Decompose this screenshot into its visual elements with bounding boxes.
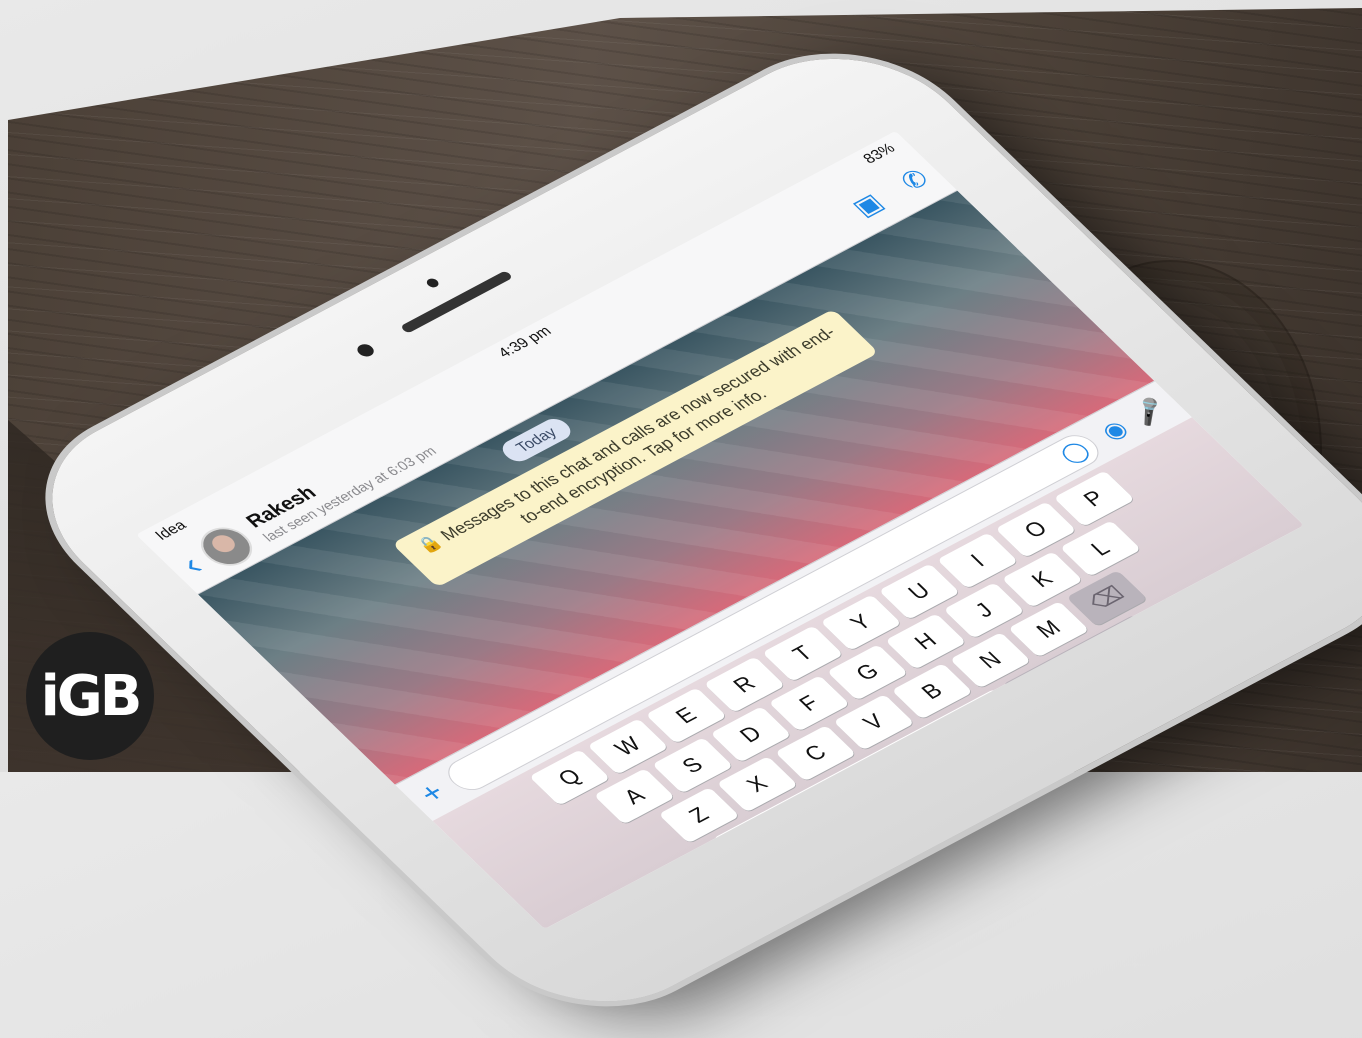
phone-call-icon[interactable]: ✆ bbox=[894, 164, 937, 197]
video-call-icon[interactable]: ▣ bbox=[845, 188, 890, 222]
proximity-sensor bbox=[424, 276, 441, 289]
earpiece-speaker bbox=[399, 270, 514, 334]
sticker-icon[interactable]: ◯ bbox=[1054, 437, 1095, 468]
camera-icon[interactable]: ◉ bbox=[1095, 415, 1135, 446]
microphone-icon[interactable]: 🎤 bbox=[1125, 394, 1173, 429]
backspace-icon: ⌫ bbox=[1083, 581, 1130, 615]
site-logo: iGB bbox=[26, 632, 154, 760]
plus-icon[interactable]: + bbox=[412, 777, 453, 810]
front-camera bbox=[354, 341, 378, 359]
